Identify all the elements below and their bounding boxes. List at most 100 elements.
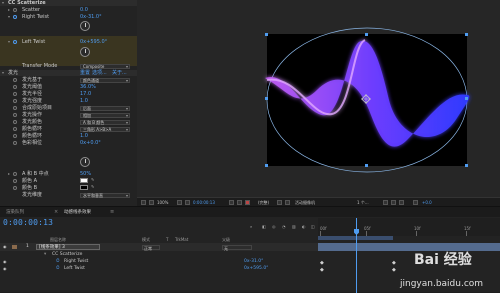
color-b-row[interactable]: 颜色 B ✎	[0, 185, 137, 191]
collapse-icon[interactable]: ▸	[8, 171, 10, 177]
color-a-row[interactable]: 颜色 A ✎	[0, 178, 137, 184]
glow-property-value[interactable]: 0x+0.0°	[80, 140, 101, 146]
reset-link[interactable]: 重置	[80, 70, 90, 76]
glow-property-row[interactable]: 发光强度 1.0	[0, 98, 137, 104]
right-twist-dial[interactable]	[80, 21, 90, 31]
graph-editor-icon[interactable]: ◫	[311, 225, 315, 229]
glow-property-value[interactable]: 36.0%	[80, 84, 96, 90]
right-twist-row[interactable]: ▾ Right Twist 0x-31.0°	[0, 14, 137, 20]
close-icon[interactable]: ×	[54, 209, 58, 215]
glow-property-dropdown[interactable]: 后面	[80, 105, 130, 111]
color-phase-dial[interactable]	[80, 157, 90, 167]
mask-visibility-icon[interactable]	[185, 200, 190, 205]
effect-header-row[interactable]: ▾ CC Scatterize	[0, 0, 137, 6]
scatter-row[interactable]: ▸ Scatter 0.0	[0, 7, 137, 13]
label-color-swatch[interactable]	[12, 245, 17, 249]
stopwatch-icon[interactable]	[13, 40, 17, 44]
frame-blending-icon[interactable]: ▥	[292, 225, 296, 229]
keyframe-icon[interactable]: ◆	[320, 267, 324, 273]
column-layer-name[interactable]: 图层名称	[50, 236, 66, 243]
region-of-interest-icon[interactable]	[141, 200, 146, 205]
glow-property-value[interactable]: 1.0	[80, 133, 88, 139]
left-twist-value[interactable]: 0x+595.0°	[244, 265, 268, 273]
views-dropdown[interactable]: 1 个...	[357, 200, 369, 206]
options-link[interactable]: 选项...	[92, 70, 107, 76]
stopwatch-icon[interactable]	[13, 113, 17, 117]
glow-header-row[interactable]: ▾ 发光 重置 选项... 关于...	[0, 70, 137, 76]
glow-property-row[interactable]: 发光基于 颜色通道	[0, 77, 137, 83]
toggle-view-icon[interactable]	[285, 200, 290, 205]
collapse-icon[interactable]: ▸	[8, 7, 10, 13]
glow-property-row[interactable]: 颜色循环 三角形 A>B>A	[0, 126, 137, 132]
grid-icon[interactable]	[177, 200, 182, 205]
visibility-eye-icon[interactable]: ◉	[3, 265, 7, 273]
eyedropper-icon[interactable]: ✎	[91, 185, 95, 189]
zoom-dropdown[interactable]: 100%	[157, 200, 168, 206]
shy-icon[interactable]: ◔	[282, 225, 286, 229]
composition-viewer[interactable]	[137, 0, 500, 197]
draft-3d-icon[interactable]: ◎	[272, 225, 276, 229]
eyedropper-icon[interactable]: ✎	[91, 178, 95, 182]
glow-property-row[interactable]: 发光操作 相加	[0, 112, 137, 118]
motion-blur-icon[interactable]: ◐	[302, 225, 306, 229]
search-icon[interactable]: ⌕	[250, 225, 254, 229]
time-ruler[interactable]: 00f 05f 10f 15f	[318, 218, 500, 236]
stopwatch-icon[interactable]	[13, 106, 17, 110]
ab-midpoint-row[interactable]: ▸ A 和 B 中点 50%	[0, 171, 137, 177]
flowchart-icon[interactable]	[399, 200, 404, 205]
glow-dimensions-dropdown[interactable]: 水平和垂直	[80, 192, 130, 198]
layer-name[interactable]: [线条效果] 3	[36, 244, 100, 250]
keyframe-icon[interactable]: ◆	[320, 260, 324, 266]
comp-mini-flowchart-icon[interactable]: ◧	[262, 225, 266, 229]
column-t[interactable]: T	[166, 236, 168, 243]
glow-property-row[interactable]: 发光半径 17.0	[0, 91, 137, 97]
expand-icon[interactable]: ▾	[8, 39, 10, 45]
stopwatch-icon[interactable]	[13, 78, 17, 82]
glow-property-dropdown[interactable]: A 和 B 颜色	[80, 119, 130, 125]
expand-icon[interactable]: ▾	[2, 70, 4, 76]
magnification-icon[interactable]	[149, 200, 154, 205]
right-twist-value[interactable]: 0x-31.0°	[80, 14, 102, 20]
glow-dimensions-row[interactable]: 发光维度 水平和垂直	[0, 192, 137, 198]
stopwatch-icon[interactable]	[13, 186, 17, 190]
color-a-swatch[interactable]	[80, 178, 88, 183]
stopwatch-icon[interactable]	[13, 179, 17, 183]
snapshot-icon[interactable]	[229, 200, 234, 205]
timeline-icon[interactable]	[391, 200, 396, 205]
scatter-value[interactable]: 0.0	[80, 7, 88, 13]
layer-mode-dropdown[interactable]: 正常	[142, 244, 160, 251]
visibility-eye-icon[interactable]: ◉	[3, 243, 7, 251]
stopwatch-icon[interactable]	[13, 127, 17, 131]
timeline-timecode[interactable]: 0:00:00:13	[3, 218, 53, 227]
about-link[interactable]: 关于...	[112, 70, 127, 76]
show-snapshot-icon[interactable]	[237, 200, 242, 205]
expand-icon[interactable]: ▾	[8, 14, 10, 20]
column-mode[interactable]: 模式	[142, 236, 150, 243]
left-twist-value[interactable]: 0x+595.0°	[80, 39, 107, 45]
fast-preview-icon[interactable]	[383, 200, 388, 205]
exposure-reset-icon[interactable]	[413, 200, 418, 205]
transfer-mode-row[interactable]: Transfer Mode Composite	[0, 63, 137, 69]
stopwatch-icon[interactable]	[13, 172, 17, 176]
column-trkmat[interactable]: TrkMat	[175, 236, 188, 243]
glow-property-value[interactable]: 1.0	[80, 98, 88, 104]
keyframe-icon[interactable]: ◆	[392, 260, 396, 266]
stopwatch-icon[interactable]	[13, 8, 17, 12]
color-b-swatch[interactable]	[80, 185, 88, 190]
stopwatch-icon[interactable]	[13, 120, 17, 124]
glow-property-row[interactable]: 发光阈值 36.0%	[0, 84, 137, 90]
exposure-value[interactable]: +0.0	[422, 200, 432, 206]
tab-composition[interactable]: 动感线条效果	[64, 209, 91, 216]
stopwatch-icon[interactable]	[13, 134, 17, 138]
stopwatch-icon[interactable]: ⏱	[56, 265, 60, 273]
column-parent[interactable]: 父级	[222, 236, 230, 243]
close-icon[interactable]: ≡	[110, 209, 114, 215]
left-twist-property-row[interactable]: ◉ ⏱ Left Twist 0x+595.0°	[0, 265, 318, 273]
glow-property-value[interactable]: 17.0	[80, 91, 91, 97]
glow-property-dropdown[interactable]: 三角形 A>B>A	[80, 126, 130, 132]
expand-icon[interactable]: ▾	[2, 0, 4, 6]
parent-dropdown[interactable]: 无	[222, 244, 252, 251]
tab-render-queue[interactable]: 渲染队列	[6, 209, 24, 216]
composition-canvas[interactable]	[137, 0, 500, 197]
glow-property-dropdown[interactable]: 相加	[80, 112, 130, 118]
